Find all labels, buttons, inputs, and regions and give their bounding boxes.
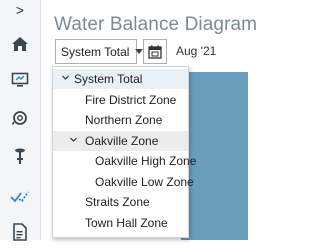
tree-item-label: Oakville High Zone — [95, 154, 197, 168]
tree-item-town-hall-zone[interactable]: Town Hall Zone — [53, 213, 188, 233]
date-label: Aug '21 — [176, 44, 217, 58]
meter-icon — [11, 111, 27, 125]
tree-item-oakville-zone[interactable]: Oakville Zone — [53, 131, 188, 151]
sidebar-item-analytics[interactable] — [0, 176, 40, 216]
tree-item-system-total[interactable]: System Total — [53, 69, 188, 89]
tree-item-label: Straits Zone — [85, 195, 150, 209]
calendar-icon — [148, 45, 162, 59]
sidebar-item-valve[interactable] — [0, 136, 40, 176]
sidebar: > — [0, 0, 41, 241]
sidebar-item-report[interactable] — [0, 212, 40, 252]
chevron-down-icon[interactable] — [62, 74, 69, 81]
home-icon — [12, 37, 28, 51]
report-icon — [13, 223, 27, 241]
tree-item-label: System Total — [74, 72, 143, 86]
page-title: Water Balance Diagram — [54, 14, 258, 35]
sidebar-collapse-button[interactable]: > — [0, 0, 40, 20]
tree-item-label: Northern Zone — [85, 113, 163, 127]
tree-item-label: Fire District Zone — [85, 93, 177, 107]
tree-item-northern-zone[interactable]: Northern Zone — [53, 110, 188, 130]
sidebar-item-home[interactable] — [0, 24, 40, 64]
zone-select-value: System Total — [61, 44, 130, 59]
tree-item-straits-zone[interactable]: Straits Zone — [53, 192, 188, 212]
calendar-button[interactable] — [143, 39, 167, 64]
tree-item-oakville-low-zone[interactable]: Oakville Low Zone — [53, 172, 194, 192]
valve-icon — [15, 148, 25, 164]
tree-item-fire-district-zone[interactable]: Fire District Zone — [53, 90, 188, 110]
tree-item-label: Oakville Low Zone — [95, 175, 194, 189]
zone-dropdown: System Total Fire District Zone Northern… — [52, 66, 196, 238]
tree-item-label: Town Hall Zone — [85, 216, 168, 230]
tree-item-oakville-high-zone[interactable]: Oakville High Zone — [53, 151, 196, 171]
tree-item-label: Oakville Zone — [85, 134, 159, 148]
sidebar-item-meter[interactable] — [0, 98, 40, 138]
zone-select[interactable]: System Total — [55, 39, 144, 64]
sidebar-item-monitor[interactable] — [0, 60, 40, 100]
chevron-down-icon[interactable] — [70, 136, 77, 143]
monitor-icon — [11, 72, 29, 87]
analytics-icon — [10, 191, 29, 203]
